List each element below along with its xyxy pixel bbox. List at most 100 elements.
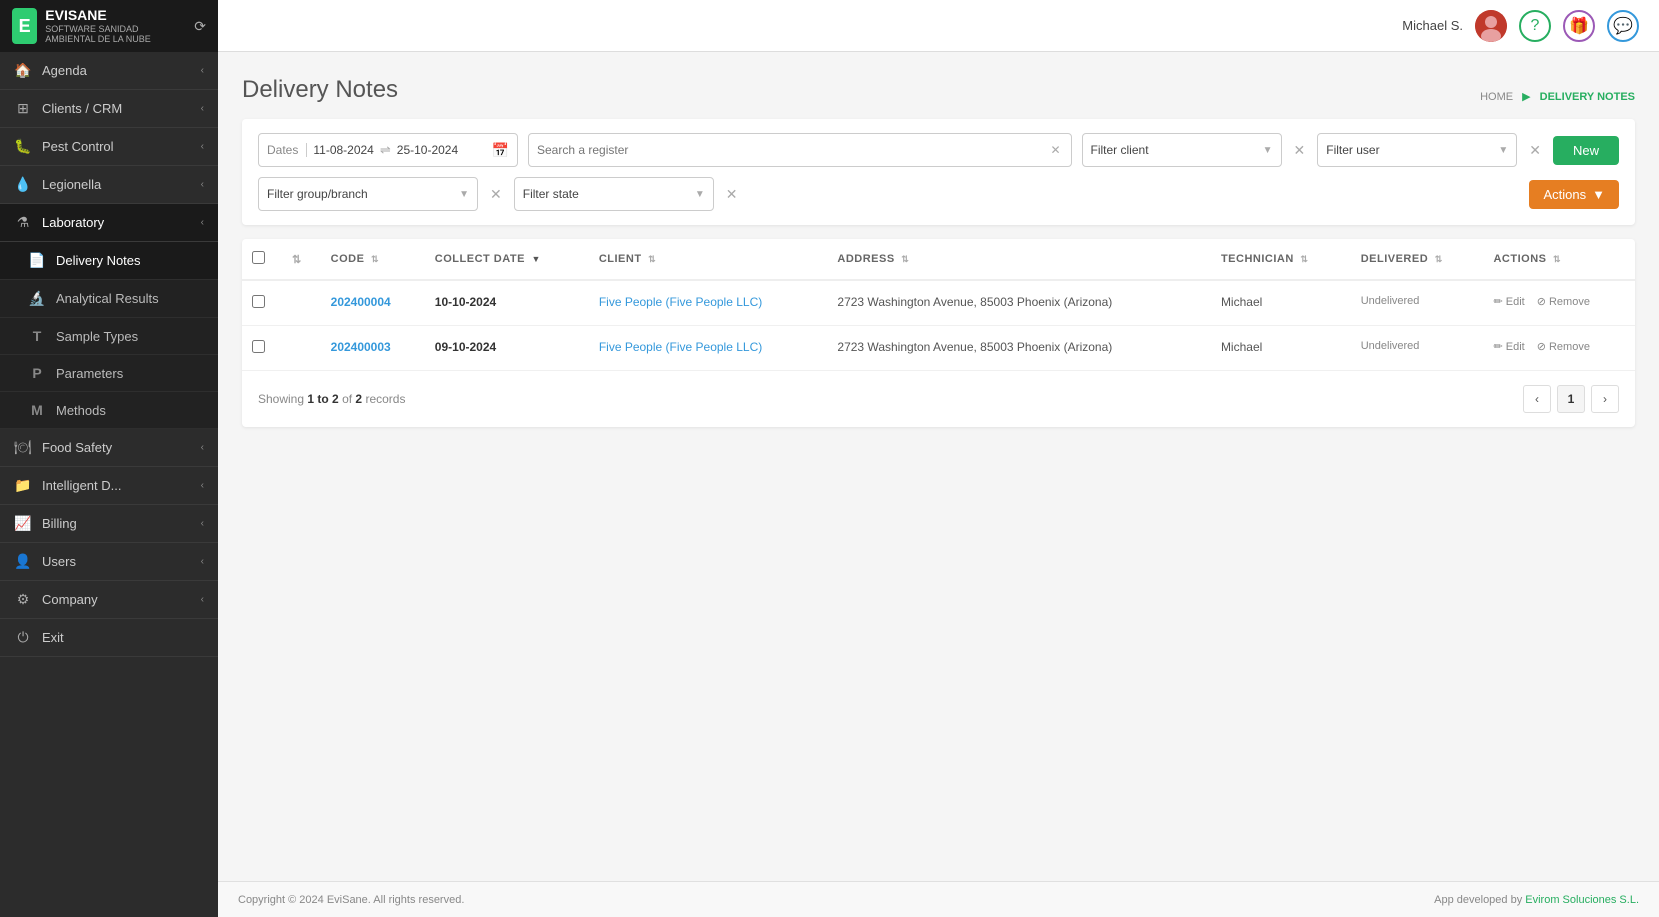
calendar-icon[interactable]: 📅 xyxy=(492,142,509,159)
page-1-button[interactable]: 1 xyxy=(1557,385,1585,413)
search-clear-icon[interactable]: ✕ xyxy=(1048,143,1062,157)
actions-sort-icon: ⇅ xyxy=(1553,254,1561,264)
date-range-filter[interactable]: Dates 11-08-2024 ⇌ 25-10-2024 📅 xyxy=(258,133,518,167)
delivered-sort-icon: ⇅ xyxy=(1435,254,1443,264)
filter-bar: Dates 11-08-2024 ⇌ 25-10-2024 📅 ✕ Filter… xyxy=(242,119,1635,225)
sidebar-item-billing[interactable]: 📈 Billing ‹ xyxy=(0,505,218,543)
sidebar-item-intelligent-d[interactable]: 📁 Intelligent D... ‹ xyxy=(0,467,218,505)
filter-row-1: Dates 11-08-2024 ⇌ 25-10-2024 📅 ✕ Filter… xyxy=(258,133,1619,167)
sidebar-item-agenda[interactable]: 🏠 Agenda ‹ xyxy=(0,52,218,90)
methods-icon: M xyxy=(28,402,46,418)
sidebar: E EVISANE SOFTWARE SANIDAD AMBIENTAL DE … xyxy=(0,0,218,917)
sidebar-item-analytical-results[interactable]: 🔬 Analytical Results xyxy=(0,280,218,318)
row-delivered: Undelivered xyxy=(1351,280,1484,326)
sidebar-item-clients[interactable]: ⊞ Clients / CRM ‹ xyxy=(0,90,218,128)
row-technician: Michael xyxy=(1211,326,1351,371)
user-clear-icon[interactable]: ✕ xyxy=(1527,142,1543,159)
sidebar-item-laboratory[interactable]: ⚗ Laboratory ‹ xyxy=(0,204,218,242)
th-delivered[interactable]: DELIVERED ⇅ xyxy=(1351,239,1484,280)
th-client[interactable]: CLIENT ⇅ xyxy=(589,239,828,280)
actions-button[interactable]: Actions ▼ xyxy=(1529,180,1619,209)
th-address[interactable]: ADDRESS ⇅ xyxy=(827,239,1211,280)
remove-link-1[interactable]: ⊘ Remove xyxy=(1537,340,1590,353)
dropdown-icon: ▼ xyxy=(695,189,705,200)
sidebar-item-exit[interactable]: ⏻ Exit xyxy=(0,619,218,657)
sidebar-item-company[interactable]: ⚙ Company ‹ xyxy=(0,581,218,619)
th-collect-date[interactable]: COLLECT DATE ▼ xyxy=(425,239,589,280)
sidebar-item-food-safety[interactable]: 🍽 Food Safety ‹ xyxy=(0,429,218,467)
sidebar-item-users[interactable]: 👤 Users ‹ xyxy=(0,543,218,581)
group-select[interactable]: Filter group/branch xyxy=(267,187,455,201)
user-filter[interactable]: Filter user ▼ xyxy=(1317,133,1517,167)
user-select[interactable]: Filter user xyxy=(1326,143,1494,157)
client-select[interactable]: Filter client xyxy=(1091,143,1259,157)
remove-link-0[interactable]: ⊘ Remove xyxy=(1537,295,1590,308)
search-input[interactable] xyxy=(537,143,1048,157)
topbar: Michael S. ? 🎁 💬 xyxy=(218,0,1659,52)
row-code[interactable]: 202400004 xyxy=(321,280,425,326)
chat-icon[interactable]: 💬 xyxy=(1607,10,1639,42)
pagination-info: Showing 1 to 2 of 2 records xyxy=(258,392,405,406)
row-code[interactable]: 202400003 xyxy=(321,326,425,371)
pest-icon: 🐛 xyxy=(14,138,32,155)
chevron-icon: ‹ xyxy=(201,594,204,605)
sidebar-item-parameters[interactable]: P Parameters xyxy=(0,355,218,392)
sidebar-item-legionella[interactable]: 💧 Legionella ‹ xyxy=(0,166,218,204)
edit-link-1[interactable]: ✏ Edit xyxy=(1493,340,1524,353)
dropdown-icon: ▼ xyxy=(1263,145,1273,156)
breadcrumb-separator: ▶ xyxy=(1522,91,1534,103)
collect-date-sort-icon: ▼ xyxy=(531,254,540,264)
chevron-icon: ‹ xyxy=(201,556,204,567)
group-clear-icon[interactable]: ✕ xyxy=(488,186,504,203)
refresh-icon[interactable]: ⟳ xyxy=(194,18,206,35)
sidebar-label-food-safety: Food Safety xyxy=(42,440,191,455)
th-technician[interactable]: TECHNICIAN ⇅ xyxy=(1211,239,1351,280)
state-select[interactable]: Filter state xyxy=(523,187,691,201)
chevron-icon: ‹ xyxy=(201,103,204,114)
sidebar-label-parameters: Parameters xyxy=(56,366,204,381)
sidebar-logo: E EVISANE SOFTWARE SANIDAD AMBIENTAL DE … xyxy=(0,0,218,52)
next-page-button[interactable]: › xyxy=(1591,385,1619,413)
row-client[interactable]: Five People (Five People LLC) xyxy=(589,280,828,326)
client-clear-icon[interactable]: ✕ xyxy=(1292,142,1308,159)
th-actions[interactable]: ACTIONS ⇅ xyxy=(1483,239,1635,280)
analytical-results-icon: 🔬 xyxy=(28,290,46,307)
row-checkbox-0[interactable] xyxy=(252,295,265,308)
row-checkbox-1[interactable] xyxy=(252,340,265,353)
help-icon[interactable]: ? xyxy=(1519,10,1551,42)
sidebar-item-sample-types[interactable]: T Sample Types xyxy=(0,318,218,355)
sidebar-item-pest[interactable]: 🐛 Pest Control ‹ xyxy=(0,128,218,166)
developer-text: App developed by Evirom Soluciones S.L. xyxy=(1434,894,1639,906)
chevron-icon: ‹ xyxy=(201,518,204,529)
new-button[interactable]: New xyxy=(1553,136,1619,165)
sidebar-label-intelligent: Intelligent D... xyxy=(42,478,191,493)
row-sort-cell xyxy=(282,280,321,326)
search-filter[interactable]: ✕ xyxy=(528,133,1072,167)
avatar xyxy=(1475,10,1507,42)
sidebar-item-delivery-notes[interactable]: 📄 Delivery Notes xyxy=(0,242,218,280)
prev-page-button[interactable]: ‹ xyxy=(1523,385,1551,413)
home-icon: 🏠 xyxy=(14,62,32,79)
client-filter[interactable]: Filter client ▼ xyxy=(1082,133,1282,167)
developer-link[interactable]: Evirom Soluciones S.L. xyxy=(1525,894,1639,906)
chevron-icon: ‹ xyxy=(201,480,204,491)
sidebar-label-users: Users xyxy=(42,554,191,569)
sidebar-item-methods[interactable]: M Methods xyxy=(0,392,218,429)
edit-link-0[interactable]: ✏ Edit xyxy=(1493,295,1524,308)
gift-icon[interactable]: 🎁 xyxy=(1563,10,1595,42)
address-sort-icon: ⇅ xyxy=(901,254,909,264)
sidebar-label-agenda: Agenda xyxy=(42,63,191,78)
row-client[interactable]: Five People (Five People LLC) xyxy=(589,326,828,371)
select-all-checkbox[interactable] xyxy=(252,251,265,264)
date-from: 11-08-2024 xyxy=(313,143,374,157)
technician-sort-icon: ⇅ xyxy=(1300,254,1308,264)
sidebar-label-clients: Clients / CRM xyxy=(42,101,191,116)
food-safety-icon: 🍽 xyxy=(14,439,32,456)
state-filter[interactable]: Filter state ▼ xyxy=(514,177,714,211)
footer: Copyright © 2024 EviSane. All rights res… xyxy=(218,881,1659,917)
th-code[interactable]: CODE ⇅ xyxy=(321,239,425,280)
state-clear-icon[interactable]: ✕ xyxy=(724,186,740,203)
collect-date-col-label: COLLECT DATE xyxy=(435,253,525,265)
code-col-label: CODE xyxy=(331,253,365,265)
group-filter[interactable]: Filter group/branch ▼ xyxy=(258,177,478,211)
